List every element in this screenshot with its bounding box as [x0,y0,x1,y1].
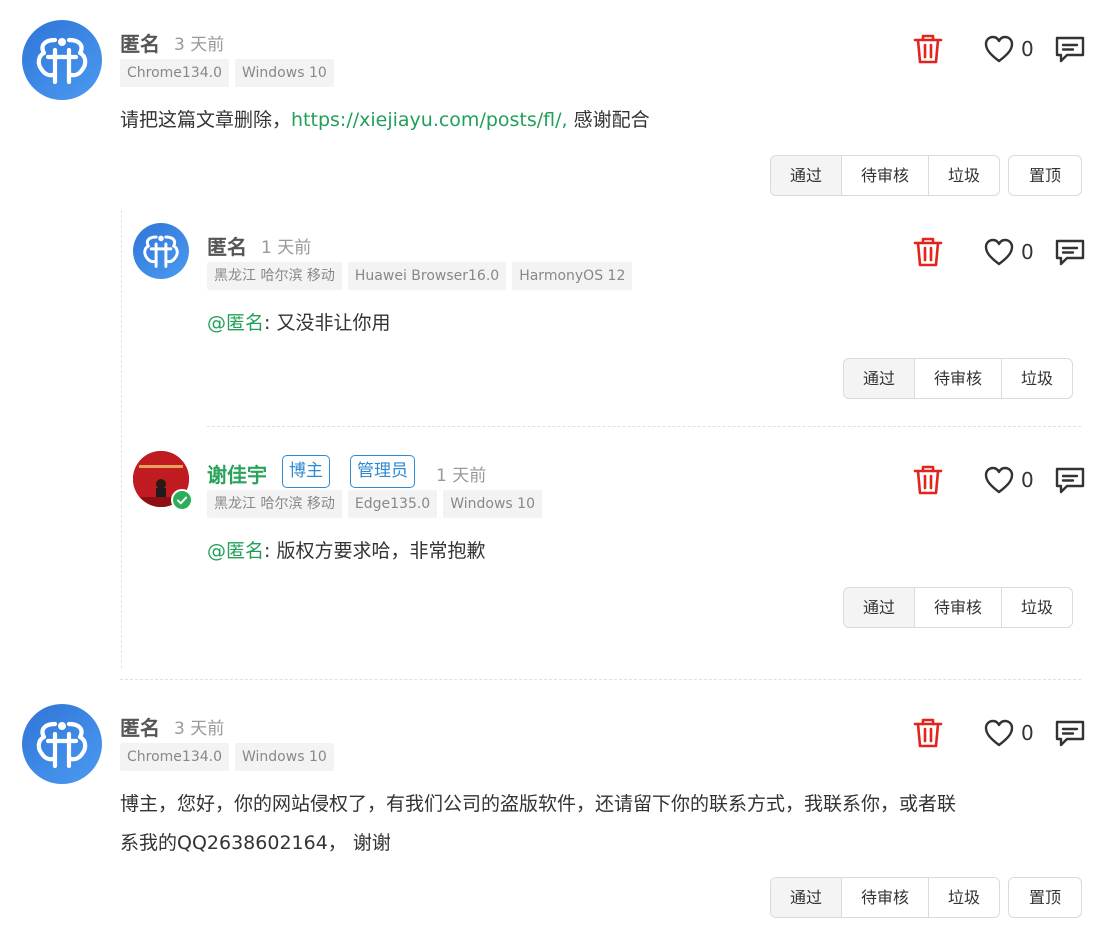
browser-tag: Huawei Browser16.0 [347,262,507,290]
trash-icon[interactable] [913,33,943,65]
comment-text-line: 博主，您好，你的网站侵权了，有我们公司的盗版软件，还请留下你的联系方式，我联系你… [120,793,957,815]
butterfly-logo-icon [133,223,189,279]
comment-link[interactable]: https://xiejiayu.com/posts/fl/, [291,109,568,131]
avatar[interactable] [22,20,102,100]
reply-author: 谢佳宇 [207,463,267,487]
reply-actions: 0 [913,236,1086,268]
comment-time: 3 天前 [174,719,225,739]
comment-icon[interactable] [1054,34,1086,64]
like-count: 0 [1021,240,1034,264]
comment-author: 匿名 [120,716,160,740]
pin-button[interactable]: 置顶 [1008,877,1083,918]
comment-icon[interactable] [1054,465,1086,495]
like-button[interactable]: 0 [983,465,1034,495]
reply-time: 1 天前 [261,238,312,258]
reply-author: 匿名 [207,235,247,259]
approve-button[interactable]: 通过 [771,156,843,195]
comment-meta-tags: Chrome134.0 Windows 10 [120,59,334,87]
trash-icon[interactable] [913,464,943,496]
reply-meta-tags: 黑龙江 哈尔滨 移动 Edge135.0 Windows 10 [207,490,542,518]
os-tag: Windows 10 [235,59,334,87]
heart-icon [983,34,1015,64]
blogger-badge: 博主 [282,455,330,488]
comment-content: 请把这篇文章删除，https://xiejiayu.com/posts/fl/,… [120,101,650,140]
avatar[interactable] [133,223,189,279]
spam-button[interactable]: 垃圾 [929,878,999,917]
reply-meta-tags: 黑龙江 哈尔滨 移动 Huawei Browser16.0 HarmonyOS … [207,262,633,290]
trash-icon[interactable] [913,717,943,749]
butterfly-logo-icon [22,20,102,100]
moderation-group: 通过 待审核 垃圾 [770,155,1001,196]
comment-text: 请把这篇文章删除， [120,109,292,131]
comment-author: 匿名 [120,32,160,56]
reply-actions: 0 [913,464,1086,496]
browser-tag: Edge135.0 [347,490,438,518]
trash-icon[interactable] [913,236,943,268]
heart-icon [983,237,1015,267]
approve-button[interactable]: 通过 [771,878,843,917]
browser-tag: Chrome134.0 [120,743,229,771]
pending-button[interactable]: 待审核 [842,156,930,195]
spam-button[interactable]: 垃圾 [1002,359,1072,398]
reply-divider [207,426,1081,427]
reply-content: @匿名: 版权方要求哈，非常抱歉 [207,532,485,571]
comment-icon[interactable] [1054,718,1086,748]
comment-content: 博主，您好，你的网站侵权了，有我们公司的盗版软件，还请留下你的联系方式，我联系你… [120,785,956,863]
mention-link[interactable]: @匿名 [207,312,264,334]
pending-button[interactable]: 待审核 [915,588,1003,627]
pending-button[interactable]: 待审核 [842,878,930,917]
reply-text: : 又没非让你用 [264,312,391,334]
location-tag: 黑龙江 哈尔滨 移动 [207,490,342,518]
pending-button[interactable]: 待审核 [915,359,1003,398]
reply-content: @匿名: 又没非让你用 [207,304,390,343]
like-count: 0 [1021,721,1034,745]
comment-meta-tags: Chrome134.0 Windows 10 [120,743,334,771]
like-count: 0 [1021,37,1034,61]
approve-button[interactable]: 通过 [844,359,916,398]
comment-time: 3 天前 [174,35,225,55]
like-button[interactable]: 0 [983,34,1034,64]
comment-text-tail: 感谢配合 [567,109,650,131]
os-tag: Windows 10 [235,743,334,771]
like-button[interactable]: 0 [983,718,1034,748]
moderation-group: 通过 待审核 垃圾 [843,358,1074,399]
os-tag: HarmonyOS 12 [512,262,633,290]
approve-button[interactable]: 通过 [844,588,916,627]
butterfly-logo-icon [22,704,102,784]
reply-text: : 版权方要求哈，非常抱歉 [264,540,486,562]
check-badge-icon [171,489,193,511]
replies-thread-line [121,210,122,668]
comment-icon[interactable] [1054,237,1086,267]
browser-tag: Chrome134.0 [120,59,229,87]
comment-actions: 0 [913,33,1086,65]
comment-text-line: 系我的QQ2638602164， 谢谢 [120,832,391,854]
pin-button[interactable]: 置顶 [1008,155,1083,196]
like-count: 0 [1021,468,1034,492]
heart-icon [983,465,1015,495]
reply-time: 1 天前 [436,466,487,486]
os-tag: Windows 10 [443,490,542,518]
spam-button[interactable]: 垃圾 [1002,588,1072,627]
heart-icon [983,718,1015,748]
location-tag: 黑龙江 哈尔滨 移动 [207,262,342,290]
avatar[interactable] [22,704,102,784]
comment-actions: 0 [913,717,1086,749]
mention-link[interactable]: @匿名 [207,540,264,562]
moderation-group: 通过 待审核 垃圾 [770,877,1001,918]
spam-button[interactable]: 垃圾 [929,156,999,195]
avatar[interactable] [133,451,193,511]
comment-divider [120,679,1081,680]
like-button[interactable]: 0 [983,237,1034,267]
moderation-group: 通过 待审核 垃圾 [843,587,1074,628]
admin-badge: 管理员 [350,455,415,488]
